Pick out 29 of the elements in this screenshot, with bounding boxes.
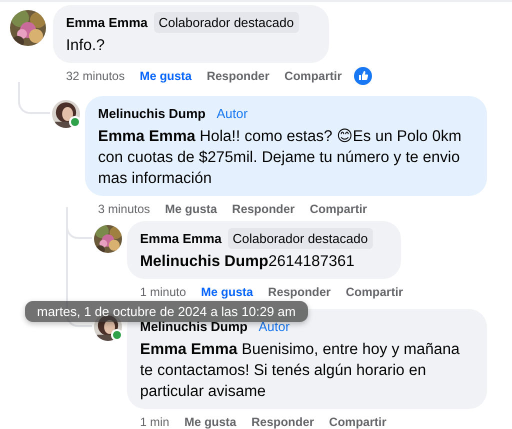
role-badge: Colaborador destacado (228, 228, 373, 249)
author-name[interactable]: Melinuchis Dump (140, 319, 248, 334)
role-label: Autor (216, 105, 249, 123)
thread-line (18, 82, 50, 114)
like-link[interactable]: Me gusta (184, 415, 236, 429)
role-badge: Colaborador destacado (154, 12, 299, 33)
share-link[interactable]: Compartir (346, 285, 404, 299)
share-link[interactable]: Compartir (310, 202, 368, 216)
reply-link[interactable]: Responder (251, 415, 314, 429)
comment-time[interactable]: 32 minutos (66, 69, 125, 83)
author-name[interactable]: Melinuchis Dump (98, 106, 206, 121)
reply-link[interactable]: Responder (206, 69, 270, 83)
author-name[interactable]: Emma Emma (140, 231, 222, 246)
comment-time[interactable]: 1 minuto (140, 285, 186, 299)
like-link[interactable]: Me gusta (165, 202, 218, 216)
comment-text: Emma Emma Buenisimo, entre hoy y mañana te contactamos! Si tenés algún horario en particular avisame (140, 340, 461, 402)
comment-text: Melinuchis Dump2614187361 (140, 252, 356, 272)
comment-text: Info.? (66, 36, 106, 56)
comment-time[interactable]: 1 min (140, 415, 170, 429)
timestamp-tooltip: martes, 1 de octubre de 2024 a las 10:29 am (25, 301, 308, 322)
share-link[interactable]: Compartir (329, 415, 386, 429)
comment-text: Emma Emma Hola!! como estas? 😊Es un Polo 0km con cuotas de $275mil. Dejame tu número y te envio mas información (98, 127, 462, 189)
like-link[interactable]: Me gusta (140, 69, 192, 83)
share-link[interactable]: Compartir (284, 69, 342, 83)
comment-time[interactable]: 3 minutos (98, 202, 150, 216)
reply-link[interactable]: Responder (268, 285, 331, 299)
like-link[interactable]: Me gusta (201, 285, 254, 299)
author-name[interactable]: Emma Emma (66, 15, 148, 30)
reply-link[interactable]: Responder (232, 202, 295, 216)
